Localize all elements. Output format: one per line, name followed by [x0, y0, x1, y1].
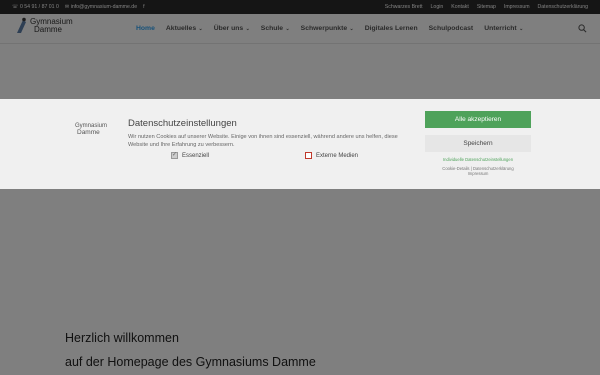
accept-all-button[interactable]: Alle akzeptieren	[425, 111, 531, 128]
checkbox-essential-label: Essenziell	[182, 152, 210, 159]
dialog-footer-links: Cookie-Details | Datenschutzerklärung Im…	[425, 166, 531, 176]
checkbox-essential-box[interactable]	[171, 151, 178, 159]
checkbox-external-media[interactable]: Externe Medien	[305, 152, 358, 159]
save-button[interactable]: Speichern	[425, 135, 531, 152]
dialog-logo-line2: Damme	[77, 129, 100, 136]
dialog-description: Wir nutzen Cookies auf unserer Website. …	[128, 134, 398, 148]
imprint-link[interactable]: Impressum	[468, 171, 489, 176]
cookie-details-link[interactable]: Cookie-Details	[442, 166, 469, 171]
cookie-consent-dialog: Gymnasium Damme Datenschutzeinstellungen…	[0, 99, 600, 189]
checkbox-external-box[interactable]	[305, 152, 312, 159]
checkbox-essential[interactable]: Essenziell	[171, 151, 210, 159]
individual-settings-link[interactable]: Individuelle Datenschutzeinstellungen	[425, 157, 531, 162]
dialog-logo: Gymnasium Damme	[75, 123, 107, 136]
checkbox-external-label: Externe Medien	[316, 152, 359, 159]
dialog-title: Datenschutzeinstellungen	[128, 118, 237, 129]
